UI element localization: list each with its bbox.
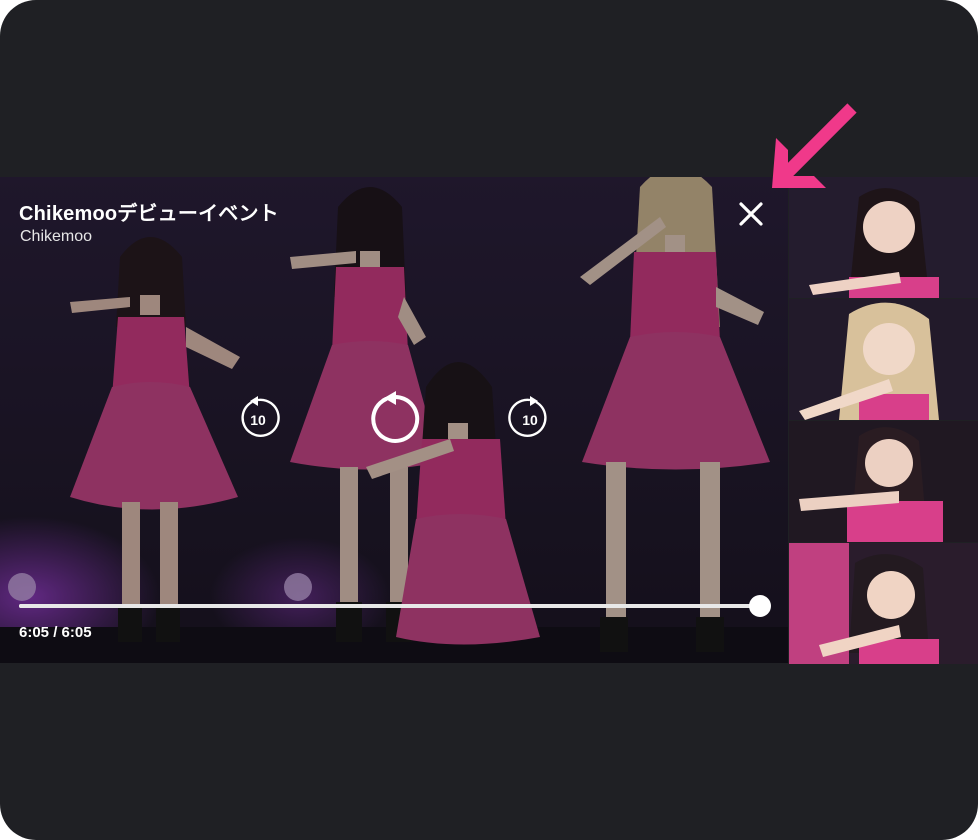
progress-handle[interactable] (749, 595, 771, 617)
channel-name[interactable]: Chikemoo (20, 228, 92, 246)
thumbnail-4[interactable] (789, 543, 978, 664)
forward-seconds-label: 10 (522, 411, 538, 428)
video-thumbnail (789, 299, 978, 420)
video-thumbnail (789, 421, 978, 542)
arrow-pointer-icon (772, 103, 857, 188)
thumbnail-strip (789, 177, 978, 664)
time-display: 6:05 / 6:05 (19, 624, 92, 641)
video-title: Chikemooデビューイベント (19, 203, 279, 225)
progress-bar[interactable] (19, 595, 771, 617)
modal-frame: Chikemooデビューイベント Chikemoo 10 10 6:05 / 6… (0, 0, 978, 840)
close-button[interactable] (736, 199, 766, 229)
close-icon (739, 202, 763, 226)
progress-fill (19, 604, 760, 608)
replay-icon (371, 391, 420, 443)
rewind-seconds-label: 10 (250, 411, 266, 428)
video-player[interactable]: Chikemooデビューイベント Chikemoo 10 10 6:05 / 6… (0, 177, 788, 663)
thumbnail-3[interactable] (789, 421, 978, 542)
forward-10-button[interactable]: 10 (508, 396, 552, 440)
video-thumbnail (789, 543, 978, 664)
rewind-10-button[interactable]: 10 (236, 396, 280, 440)
replay-button[interactable] (366, 391, 422, 447)
thumbnail-2[interactable] (789, 299, 978, 420)
